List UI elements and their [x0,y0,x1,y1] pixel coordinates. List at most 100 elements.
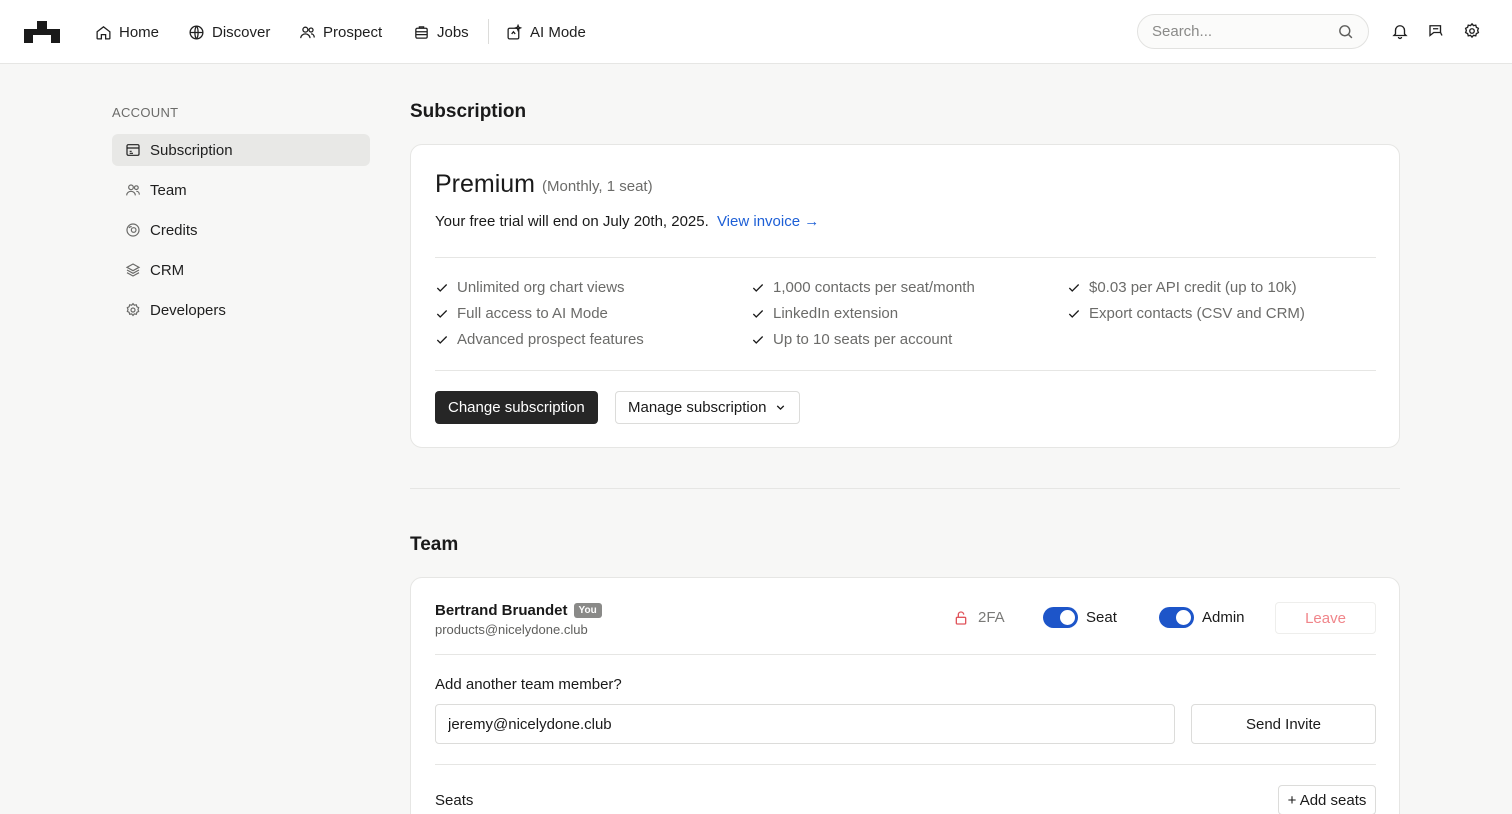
search-input[interactable] [1152,23,1337,40]
feature-label: 1,000 contacts per seat/month [773,279,975,296]
nav-prospect[interactable]: Prospect [299,20,382,44]
member-name: Bertrand Bruandet [435,602,568,619]
plan-name: Premium [435,170,536,198]
divider [435,257,1376,258]
team-card: Bertrand Bruandet You products@nicelydon… [410,577,1400,814]
feature-label: $0.03 per API credit (up to 10k) [1089,279,1297,296]
home-icon [96,25,111,40]
feature-label: Unlimited org chart views [457,279,625,296]
trial-notice: Your free trial will end on July 20th, 2… [435,213,819,230]
sidebar-item-team[interactable]: Team [112,174,370,206]
check-icon [752,335,764,344]
change-subscription-button[interactable]: Change subscription [435,391,598,424]
nav-home-label: Home [119,23,160,41]
chevron-down-icon [777,405,785,411]
users-icon [300,26,315,38]
sidebar-item-label: Developers [150,301,226,319]
coins-icon [126,223,140,237]
subscription-section-title: Subscription [410,101,527,122]
nav-divider [488,19,489,44]
check-icon [752,283,764,292]
sidebar-item-developers[interactable]: Developers [112,294,370,326]
ai-sparkle-icon [507,23,523,40]
nav-home[interactable]: Home [95,20,159,44]
feature-item: Unlimited org chart views [435,279,625,296]
search-box[interactable] [1137,14,1369,49]
nav-ai-mode[interactable]: AI Mode [506,20,586,44]
check-icon [1068,309,1080,318]
manage-subscription-button[interactable]: Manage subscription [615,391,801,424]
twofa-status[interactable]: 2FA [953,609,1005,626]
seat-toggle[interactable] [1043,607,1078,628]
member-name-row: Bertrand Bruandet You [435,602,602,619]
sidebar-item-subscription[interactable]: Subscription [112,134,370,166]
feature-item: Export contacts (CSV and CRM) [1067,305,1305,322]
nav-ai-mode-label: AI Mode [530,23,586,41]
admin-toggle-label: Admin [1202,609,1245,626]
leave-button[interactable]: Leave [1275,602,1376,634]
nav-jobs[interactable]: Jobs [413,20,469,44]
sidebar-item-label: Team [150,181,187,199]
team-section-title: Team [410,534,459,555]
seat-toggle-label: Seat [1086,609,1117,626]
lock-open-icon [955,610,967,625]
feature-item: 1,000 contacts per seat/month [751,279,975,296]
divider [435,654,1376,655]
section-divider [410,488,1400,489]
sidebar-item-label: Subscription [150,141,233,159]
nav-discover-label: Discover [212,23,271,41]
sidebar-item-credits[interactable]: Credits [112,214,370,246]
trial-text: Your free trial will end on July 20th, 2… [435,213,709,230]
seats-label: Seats [435,792,474,809]
feature-item: Advanced prospect features [435,331,644,348]
subscription-card: Premium (Monthly, 1 seat) Your free tria… [410,144,1400,448]
add-seats-button[interactable]: + Add seats [1278,785,1376,814]
check-icon [436,283,448,292]
users-icon [126,184,140,196]
app-logo[interactable] [24,20,60,44]
message-icon[interactable] [1427,22,1445,40]
feature-item: Up to 10 seats per account [751,331,952,348]
plan-meta: (Monthly, 1 seat) [542,178,653,195]
seat-toggle-group: Seat [1043,607,1117,628]
invite-email-input[interactable] [435,704,1175,744]
sidebar-item-label: Credits [150,221,198,239]
feature-label: Advanced prospect features [457,331,644,348]
sidebar-item-label: CRM [150,261,185,279]
sidebar-item-crm[interactable]: CRM [112,254,370,286]
view-invoice-link[interactable]: View invoice → [717,213,819,230]
twofa-label: 2FA [978,609,1005,626]
add-member-label: Add another team member? [435,676,622,693]
layers-icon [125,263,141,277]
feature-item: Full access to AI Mode [435,305,608,322]
send-invite-button[interactable]: Send Invite [1191,704,1376,744]
nav-discover[interactable]: Discover [188,20,270,44]
member-email: products@nicelydone.club [435,622,588,637]
nav-jobs-label: Jobs [437,23,469,41]
search-icon[interactable] [1337,23,1354,40]
admin-toggle-group: Admin [1159,607,1245,628]
gear-icon[interactable] [1463,22,1481,40]
feature-item: LinkedIn extension [751,305,898,322]
feature-item: $0.03 per API credit (up to 10k) [1067,279,1297,296]
card-icon [126,144,140,156]
you-badge: You [573,603,602,618]
gear-icon [126,302,140,317]
divider [435,764,1376,765]
check-icon [752,309,764,318]
globe-icon [189,24,204,40]
feature-label: LinkedIn extension [773,305,899,322]
check-icon [1068,283,1080,292]
check-icon [436,335,448,344]
divider [435,370,1376,371]
admin-toggle[interactable] [1159,607,1194,628]
feature-label: Export contacts (CSV and CRM) [1089,305,1305,322]
briefcase-icon [415,25,428,39]
manage-subscription-label: Manage subscription [628,399,767,416]
feature-label: Full access to AI Mode [457,305,608,322]
top-navigation-bar: Home Discover Prospect Jobs AI Mode [0,0,1512,64]
check-icon [436,309,448,318]
bell-icon[interactable] [1391,22,1409,40]
feature-label: Up to 10 seats per account [773,331,953,348]
nav-prospect-label: Prospect [323,23,383,41]
